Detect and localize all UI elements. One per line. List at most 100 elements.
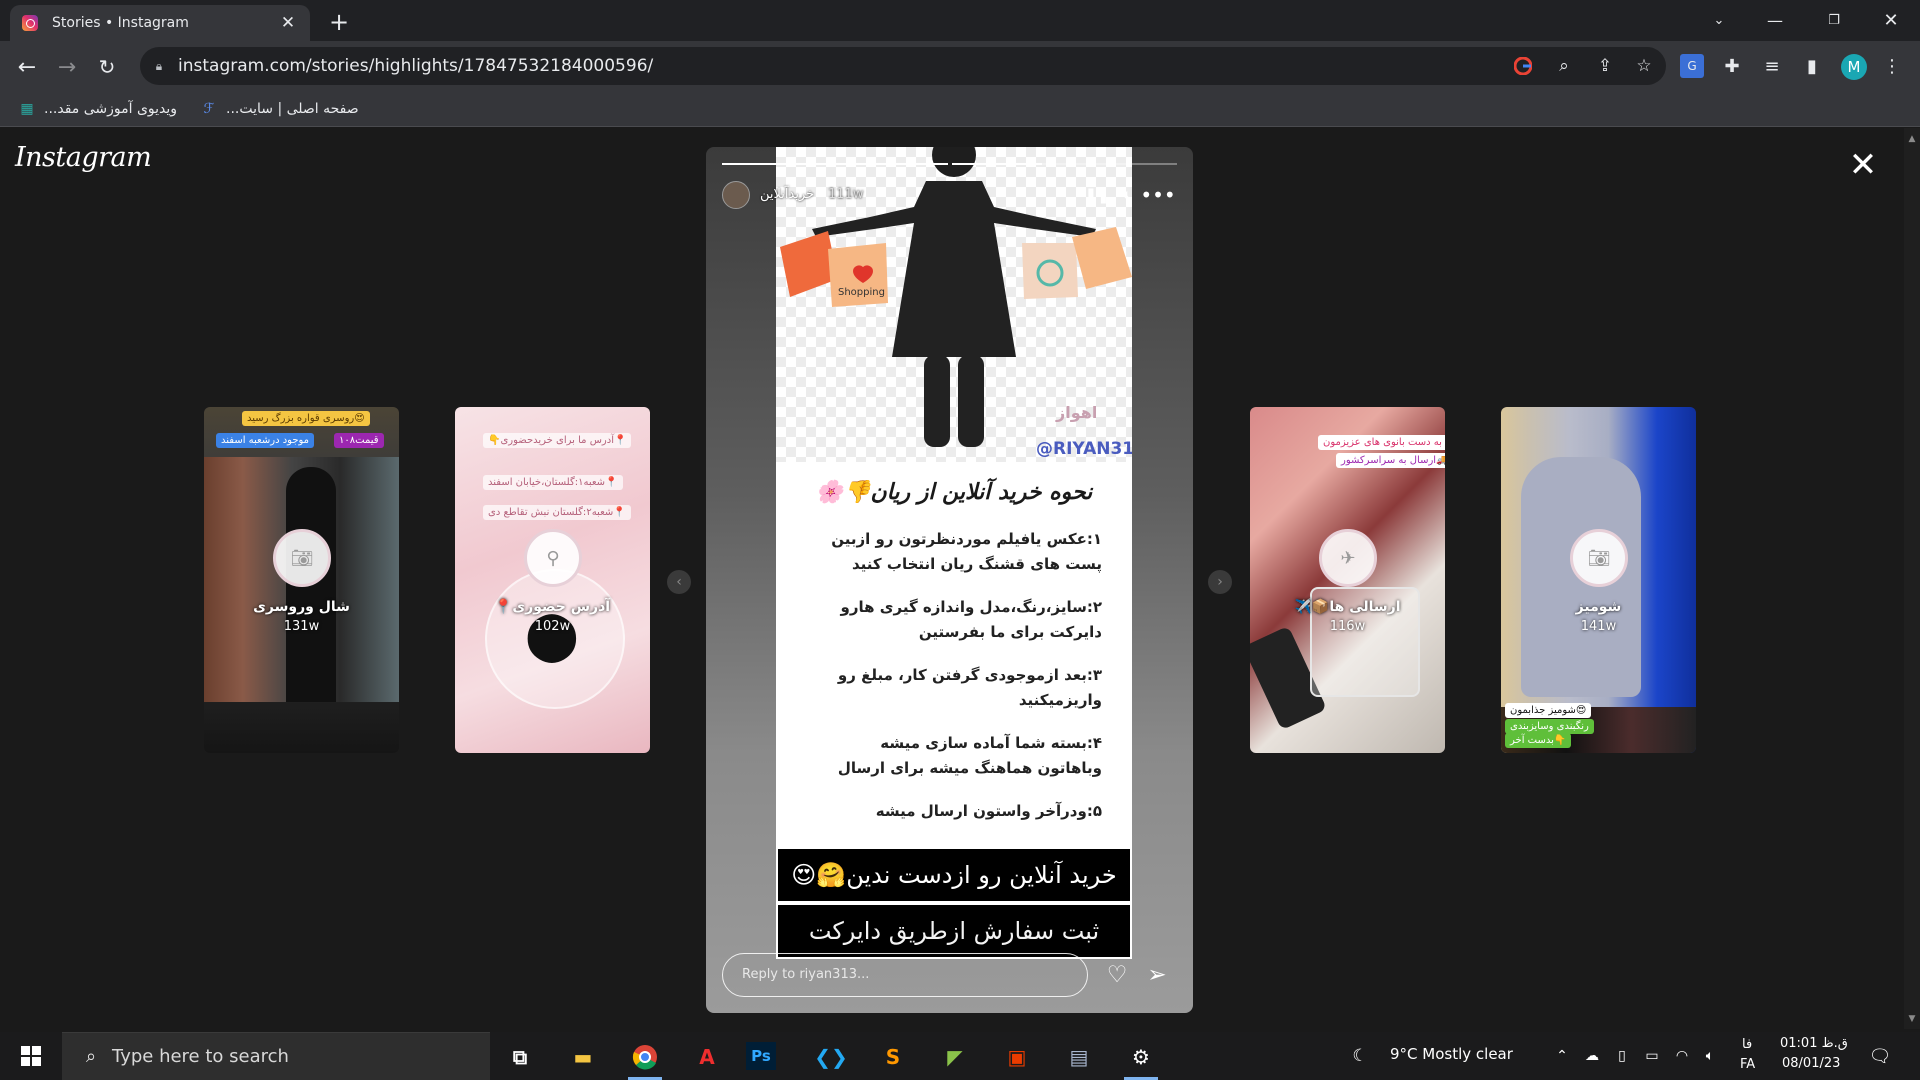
highlight-time: 131w <box>283 619 320 634</box>
sticker: شومیز جذابمون😍 <box>1505 703 1592 718</box>
file-explorer-icon[interactable]: ▬ <box>560 1036 606 1078</box>
office-icon[interactable]: ▣ <box>994 1036 1040 1078</box>
instagram-logo[interactable]: Instagram <box>15 142 152 173</box>
scroll-up-icon[interactable]: ▲ <box>1908 134 1916 144</box>
progress-segment <box>722 163 948 165</box>
bookmark-item[interactable]: ℱ صفحه اصلی | سایت... <box>200 99 358 119</box>
story-city-text: اهواز <box>1056 403 1098 422</box>
address-bar[interactable]: 🔒︎ instagram.com/stories/highlights/1784… <box>140 47 1666 85</box>
restore-button[interactable]: ❐ <box>1811 0 1857 40</box>
tab-title: Stories • Instagram <box>52 15 189 31</box>
story-progress-bar <box>722 163 1177 165</box>
tab-close-icon[interactable]: ✕ <box>278 13 298 33</box>
forward-button[interactable]: → <box>53 53 81 81</box>
tab-instagram-stories[interactable]: Stories • Instagram ✕ <box>10 5 310 41</box>
sticker: موجود درشعبه اسفند <box>216 433 315 448</box>
search-placeholder: Type here to search <box>112 1046 289 1067</box>
chrome-taskbar-icon[interactable] <box>622 1036 668 1080</box>
volume-icon[interactable]: 🔈︎ <box>1700 1046 1720 1066</box>
reply-input[interactable]: Reply to riyan313... <box>722 953 1088 997</box>
sublime-text-icon[interactable]: S <box>870 1036 916 1078</box>
device-icon[interactable]: ▯ <box>1612 1046 1632 1066</box>
bookmark-star-icon[interactable]: ☆ <box>1633 55 1655 77</box>
onedrive-icon[interactable]: ☁ <box>1582 1046 1602 1066</box>
reload-button[interactable]: ↻ <box>93 53 121 81</box>
site-favicon-icon: ▦ <box>20 101 34 117</box>
sticker: ارسال به سراسرکشور🚚✈️ <box>1336 453 1445 468</box>
highlight-card[interactable]: 📍آدرس ما برای خریدحضوری👇 📍شعبه۱:گلستان،خ… <box>455 407 650 753</box>
highlight-time: 141w <box>1580 619 1617 634</box>
google-icon[interactable] <box>1512 55 1534 77</box>
story-step: ۴:بسته شما آماده سازی میشه وباهاتون هماه… <box>837 734 1102 777</box>
pause-icon[interactable]: ❚❚ <box>1084 184 1109 206</box>
settings-gear-icon[interactable]: ⚙ <box>1118 1036 1164 1080</box>
vscode-icon[interactable]: ❮❯ <box>808 1036 854 1078</box>
like-heart-icon[interactable]: ♡ <box>1103 961 1131 989</box>
acrobat-icon[interactable]: A <box>684 1036 730 1078</box>
share-icon[interactable]: ⇪ <box>1594 55 1616 77</box>
highlight-card[interactable]: روسری قواره بزرگ رسید😍 موجود درشعبه اسفن… <box>204 407 399 753</box>
minimize-button[interactable]: — <box>1752 0 1798 40</box>
camera-icon: 📷︎ <box>1570 529 1628 587</box>
sticker: 📍شعبه۱:گلستان،خیابان اسفند <box>483 475 623 490</box>
notifications-icon[interactable]: 🗨︎ <box>1869 1046 1892 1067</box>
photoshop-icon[interactable]: Ps <box>746 1042 776 1070</box>
translate-extension-icon[interactable]: G <box>1680 54 1704 78</box>
window-close-button[interactable]: ✕ <box>1868 0 1914 40</box>
story-step: ۲:سایز،رنگ،مدل واندازه گیری هارو دایرکت … <box>840 598 1102 641</box>
task-view-icon[interactable]: ⧉ <box>497 1036 543 1078</box>
active-story[interactable]: Shopping اهواز @RIYAN313 نحوه خرید آنلای… <box>706 147 1193 1013</box>
input-language[interactable]: FA <box>1740 1057 1755 1072</box>
zoom-icon[interactable]: ⌕ <box>1553 55 1575 77</box>
highlight-name: شال وروسری <box>253 599 350 615</box>
story-step: ۳:بعد ازموجودی گرفتن کار، مبلغ رو واریزم… <box>837 666 1102 709</box>
close-stories-icon[interactable]: ✕ <box>1846 148 1880 182</box>
highlight-name: 📍آدرس حضوری <box>494 599 611 615</box>
send-direct-icon[interactable]: ➢ <box>1143 961 1171 989</box>
previous-story-button[interactable]: ‹ <box>667 570 691 594</box>
mute-icon[interactable]: 🔇︎ <box>1116 184 1138 206</box>
address-url[interactable]: instagram.com/stories/highlights/1784753… <box>178 56 653 76</box>
story-time: 111w <box>828 187 864 202</box>
chrome-menu-icon[interactable]: ⋮ <box>1880 54 1904 78</box>
more-options-icon[interactable]: ••• <box>1140 183 1175 207</box>
battery-icon[interactable]: ▭ <box>1642 1046 1662 1066</box>
tab-search-chevron-icon[interactable]: ⌄ <box>1696 0 1742 40</box>
next-story-button[interactable]: › <box>1208 570 1232 594</box>
profile-avatar[interactable]: M <box>1841 54 1867 80</box>
stories-viewer: Instagram ✕ روسری قواره بزرگ رسید😍 موجود… <box>0 128 1904 1029</box>
extensions-puzzle-icon[interactable]: ✚ <box>1720 54 1744 78</box>
app-icon[interactable]: ◤ <box>932 1036 978 1078</box>
weather-text[interactable]: 9°C Mostly clear <box>1390 1045 1513 1063</box>
wifi-icon[interactable]: ◠ <box>1672 1046 1692 1066</box>
browser-tab-strip: Stories • Instagram ✕ + ⌄ — ❐ ✕ <box>0 0 1920 41</box>
media-control-icon[interactable]: ≡ <box>1760 54 1784 78</box>
input-language-top[interactable]: فا <box>1742 1037 1752 1052</box>
new-tab-button[interactable]: + <box>326 8 352 36</box>
map-pin-icon: ⬤ <box>525 607 579 663</box>
back-button[interactable]: ← <box>13 53 41 81</box>
location-pin-icon: ⚲ <box>524 529 582 587</box>
story-steps-list: ۱:عکس یافیلم موردنظرتون رو ازبین پست های… <box>818 527 1102 842</box>
site-favicon-icon: ℱ <box>203 101 215 117</box>
bookmark-item[interactable]: ▦ ویدیوی آموزشی مقد... <box>18 99 177 119</box>
taskbar-search-input[interactable]: ⌕ Type here to search <box>62 1032 490 1080</box>
clock-date[interactable]: 08/01/23 <box>1782 1056 1840 1071</box>
start-button[interactable] <box>8 1032 54 1080</box>
sticker: بسته به دست بانوی های عزیزمون🥰 <box>1318 435 1445 450</box>
weather-moon-icon[interactable]: ☾ <box>1350 1046 1370 1066</box>
side-panel-icon[interactable]: ▮ <box>1800 54 1824 78</box>
story-username[interactable]: خریدآنلاین <box>760 187 814 202</box>
sticker: روسری قواره بزرگ رسید😍 <box>242 411 370 426</box>
highlight-card[interactable]: شومیز جذابمون😍 رنگبندی وسایزبندی بدست آخ… <box>1501 407 1696 753</box>
page-scrollbar[interactable]: ▲ ▼ <box>1904 128 1920 1029</box>
show-hidden-icons[interactable]: ⌃ <box>1552 1046 1572 1066</box>
avatar[interactable] <box>722 181 750 209</box>
scroll-down-icon[interactable]: ▼ <box>1908 1014 1916 1024</box>
clock-time[interactable]: 01:01 ق.ظ <box>1780 1036 1848 1051</box>
remote-desktop-icon[interactable]: ▤ <box>1056 1036 1102 1078</box>
search-icon: ⌕ <box>85 1046 97 1067</box>
highlight-card[interactable]: بسته به دست بانوی های عزیزمون🥰 ارسال به … <box>1250 407 1445 753</box>
lock-icon[interactable]: 🔒︎ <box>150 57 168 75</box>
sticker: قیمت۱۰۸ <box>334 433 384 448</box>
